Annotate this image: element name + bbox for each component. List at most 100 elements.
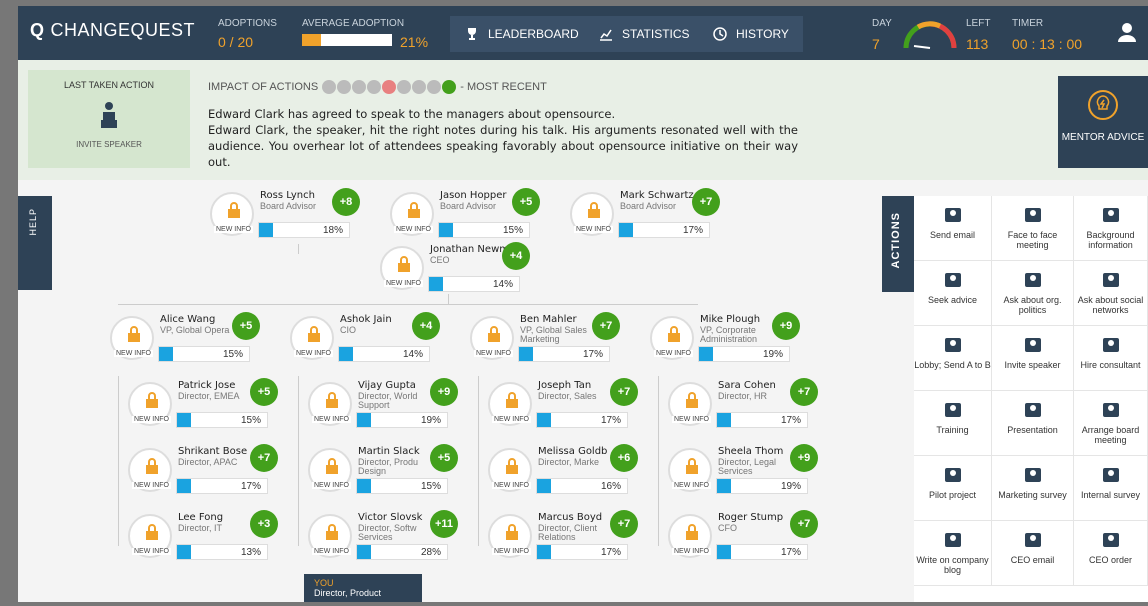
- action-label: Training: [936, 425, 969, 435]
- person-card[interactable]: NEW INFO Mike Plough VP, Corporate Adminis…: [650, 312, 800, 368]
- adoption-bar: 19%: [356, 412, 448, 428]
- person-name: Sara Cohen: [718, 380, 776, 391]
- action-label: Send email: [929, 230, 976, 240]
- mentor-advice-label: MENTOR ADVICE: [1061, 132, 1145, 143]
- adoption-percent: 16%: [600, 481, 621, 492]
- adoption-bar: 14%: [428, 276, 520, 292]
- adoption-bar-fill: [619, 223, 633, 237]
- adoption-bar: 17%: [716, 412, 808, 428]
- action-label: Seek advice: [927, 295, 978, 305]
- presentation-icon: [1024, 403, 1041, 417]
- person-card[interactable]: NEW INFO Sara Cohen Director, HR 17% +7: [668, 378, 818, 434]
- person-name: Jason Hopper: [440, 190, 507, 201]
- person-card[interactable]: NEW INFO Ross Lynch Board Advisor 18% +8: [210, 188, 360, 244]
- action-magnifier[interactable]: Background information: [1074, 196, 1148, 261]
- action-board[interactable]: Arrange board meeting: [1074, 391, 1148, 456]
- person-name: Shrikant Bose: [178, 446, 248, 457]
- new-info-label: NEW INFO: [114, 350, 153, 357]
- person-card[interactable]: NEW INFO Lee Fong Director, IT 13% +3: [128, 510, 278, 566]
- person-card[interactable]: NEW INFO Shrikant Bose Director, APAC 17% +7: [128, 444, 278, 500]
- person-card[interactable]: NEW INFO Roger Stump CFO 17% +7: [668, 510, 818, 566]
- action-training[interactable]: Training: [914, 391, 992, 456]
- adoption-bar: 15%: [356, 478, 448, 494]
- action-survey[interactable]: Marketing survey: [992, 456, 1074, 521]
- person-card[interactable]: NEW INFO Sheela Thom Director, Legal Servi…: [668, 444, 818, 500]
- connector-line: [478, 376, 479, 546]
- history-button[interactable]: HISTORY: [698, 16, 803, 52]
- impact-dots: [322, 80, 457, 94]
- adoption-bar-fill: [159, 347, 173, 361]
- action-network[interactable]: Ask about social networks: [1074, 261, 1148, 326]
- person-card[interactable]: NEW INFO Patrick Jose Director, EMEA 15% +5: [128, 378, 278, 434]
- action-internal-survey[interactable]: Internal survey: [1074, 456, 1148, 521]
- action-advice[interactable]: Seek advice: [914, 261, 992, 326]
- person-card[interactable]: NEW INFO Jonathan Newm CEO 14% +4: [380, 242, 530, 298]
- actions-tab[interactable]: ACTIONS: [882, 196, 914, 292]
- person-card[interactable]: NEW INFO Marcus Boyd Director, Client Rela…: [488, 510, 638, 566]
- adoption-bar-fill: [259, 223, 273, 237]
- action-consultant[interactable]: Hire consultant: [1074, 326, 1148, 391]
- new-info-label: NEW INFO: [132, 416, 171, 423]
- person-card[interactable]: NEW INFO Joseph Tan Director, Sales 17% +7: [488, 378, 638, 434]
- help-label: HELP: [28, 208, 38, 236]
- action-speaker[interactable]: Invite speaker: [992, 326, 1074, 391]
- person-name: Ben Mahler: [520, 314, 577, 325]
- adoption-bar-fill: [357, 545, 371, 559]
- lock-icon: [686, 458, 698, 474]
- score-badge: +7: [790, 378, 818, 406]
- history-icon: [713, 27, 727, 41]
- user-avatar[interactable]: [1112, 18, 1142, 48]
- impact-dot: [382, 80, 397, 94]
- action-presentation[interactable]: Presentation: [992, 391, 1074, 456]
- adoption-bar: 13%: [176, 544, 268, 560]
- you-role: Director, Product: [314, 588, 382, 598]
- action-pilot[interactable]: Pilot project: [914, 456, 992, 521]
- person-card[interactable]: NEW INFO Vijay Gupta Director, World Suppo…: [308, 378, 458, 434]
- person-card[interactable]: NEW INFO Jason Hopper Board Advisor 15% +5: [390, 188, 540, 244]
- day-value: 7: [872, 36, 880, 52]
- person-card[interactable]: NEW INFO Mark Schwartz Board Advisor 17% +7: [570, 188, 720, 244]
- blog-icon: [944, 533, 961, 547]
- impact-message-line-1: Edward Clark has agreed to speak to the …: [208, 107, 616, 121]
- action-label: Internal survey: [1080, 490, 1141, 500]
- action-blog[interactable]: Write on company blog: [914, 521, 992, 586]
- new-info-label: NEW INFO: [672, 416, 711, 423]
- action-ceo-order[interactable]: CEO order: [1074, 521, 1148, 586]
- action-ceo-email[interactable]: CEO email: [992, 521, 1074, 586]
- mentor-advice-button[interactable]: MENTOR ADVICE: [1058, 76, 1148, 168]
- adoption-bar-fill: [177, 545, 191, 559]
- you-card[interactable]: YOU Director, Product: [304, 574, 422, 602]
- action-politics[interactable]: Ask about org. politics: [992, 261, 1074, 326]
- ceo-order-icon: [1102, 533, 1119, 547]
- person-card[interactable]: NEW INFO Melissa Goldb Director, Marke 16% +…: [488, 444, 638, 500]
- score-badge: +5: [512, 188, 540, 216]
- action-email[interactable]: Send email: [914, 196, 992, 261]
- adoption-bar: 16%: [536, 478, 628, 494]
- person-card[interactable]: NEW INFO Ashok Jain CIO 14% +4: [290, 312, 440, 368]
- average-adoption-bar: [302, 34, 392, 46]
- action-meeting[interactable]: Face to face meeting: [992, 196, 1074, 261]
- most-recent-label: - MOST RECENT: [460, 81, 547, 93]
- person-name: Joseph Tan: [538, 380, 592, 391]
- lock-icon: [146, 524, 158, 540]
- person-role: Director, Sales: [538, 392, 597, 401]
- help-tab[interactable]: HELP: [18, 196, 52, 290]
- person-card[interactable]: NEW INFO Ben Mahler VP, Global Sales Marke…: [470, 312, 620, 368]
- leaderboard-button[interactable]: LEADERBOARD: [450, 16, 593, 52]
- adoption-percent: 14%: [492, 279, 513, 290]
- score-badge: +7: [592, 312, 620, 340]
- gauge-icon: [903, 21, 957, 49]
- lock-icon: [146, 392, 158, 408]
- person-card[interactable]: NEW INFO Alice Wang VP, Global Opera 15% +5: [110, 312, 260, 368]
- person-name: Jonathan Newm: [430, 244, 509, 255]
- app-logo: Q CHANGEQUEST: [30, 20, 195, 41]
- adoption-bar: 15%: [438, 222, 530, 238]
- lock-icon: [488, 326, 500, 342]
- politics-icon: [1024, 273, 1041, 287]
- adoption-bar-fill: [717, 545, 731, 559]
- action-lobby[interactable]: Lobby; Send A to B: [914, 326, 992, 391]
- statistics-button[interactable]: STATISTICS: [584, 16, 704, 52]
- person-card[interactable]: NEW INFO Martin Slack Director, Produ Desi…: [308, 444, 458, 500]
- survey-icon: [1024, 468, 1041, 482]
- person-card[interactable]: NEW INFO Victor Slovsk Director, Softw Ser…: [308, 510, 458, 566]
